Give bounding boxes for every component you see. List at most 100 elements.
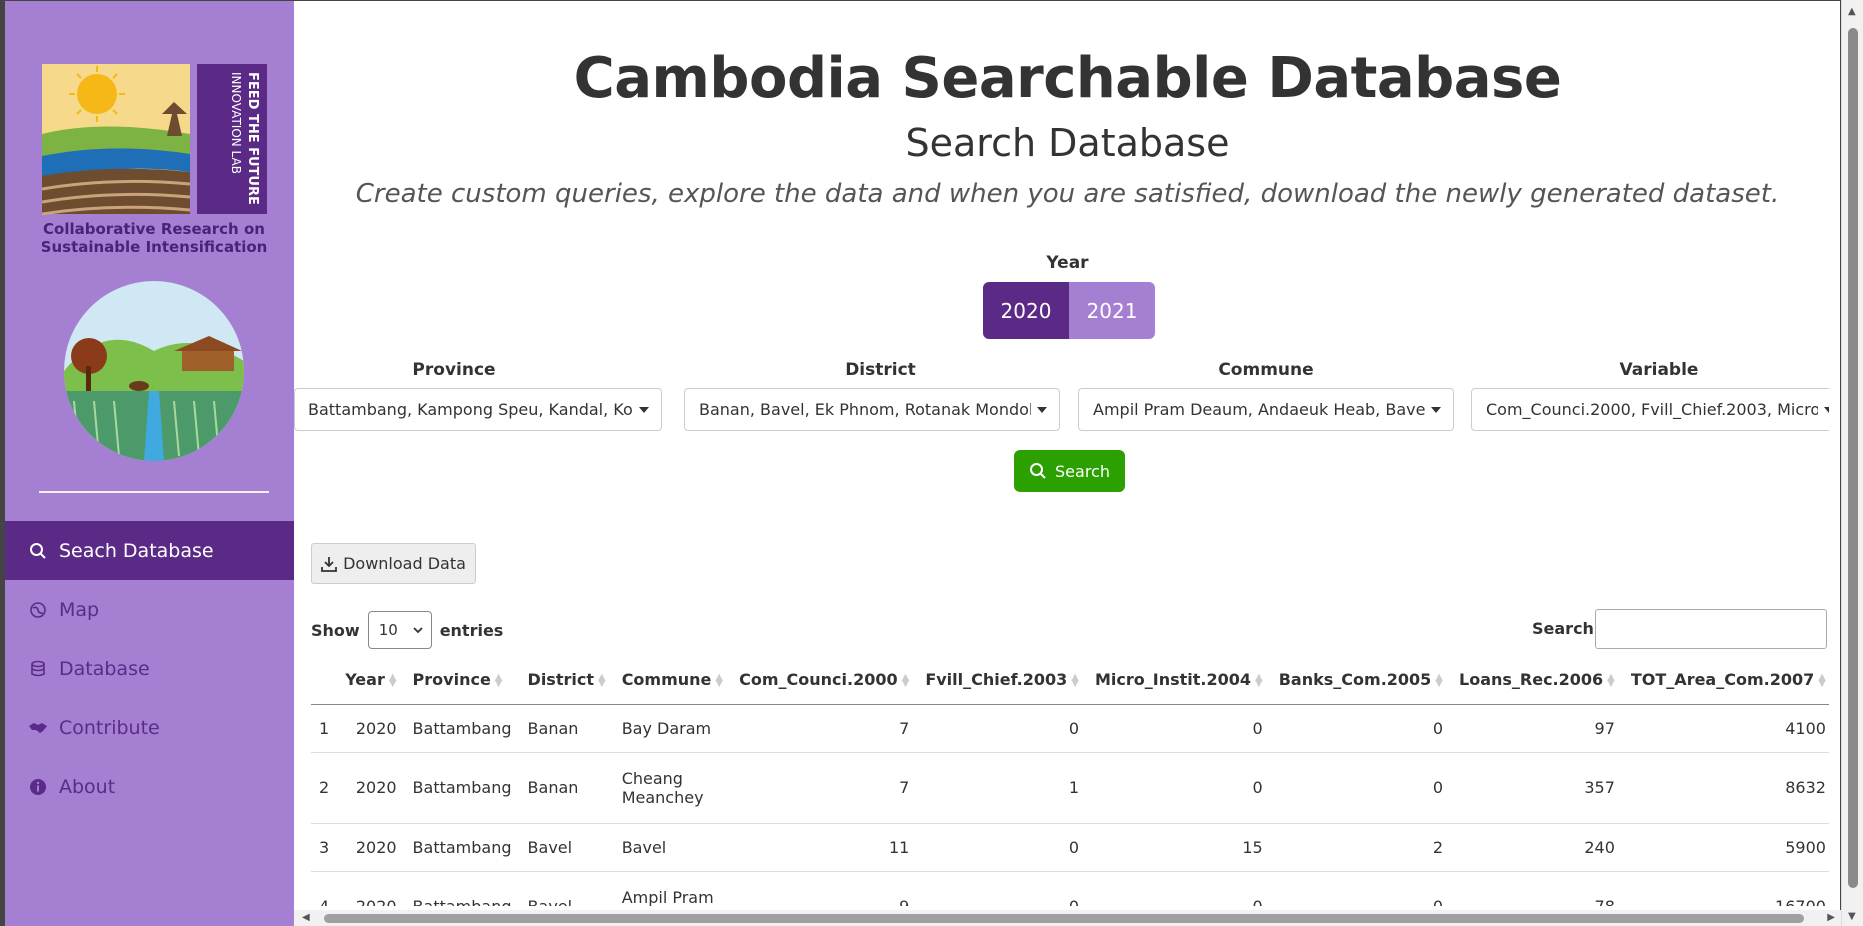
download-data-button[interactable]: Download Data	[311, 543, 476, 584]
commune-label: Commune	[1218, 360, 1314, 380]
table-cell: 9	[731, 871, 918, 906]
sort-icon: ▲ ▼	[1607, 671, 1615, 689]
caret-down-icon	[639, 406, 649, 413]
main-content: Cambodia Searchable Database Search Data…	[294, 0, 1841, 910]
column-header-commune[interactable]: Commune ▲ ▼	[613, 656, 732, 705]
column-header-year[interactable]: Year ▲ ▼	[337, 656, 405, 705]
scroll-right-icon[interactable]: ▶	[1827, 912, 1835, 923]
table-row[interactable]: 3 2020 Battambang Bavel Bavel 11 0 15 2 …	[311, 823, 1829, 872]
table-cell: 5900	[1622, 823, 1829, 872]
province-select-value: Battambang, Kampong Speu, Kandal, Koh Ko	[308, 400, 633, 419]
column-header-loans-rec[interactable]: Loans_Rec.2006 ▲ ▼	[1451, 656, 1623, 705]
sidebar-item-contribute[interactable]: Contribute	[5, 698, 294, 757]
sort-icon: ▲ ▼	[597, 671, 606, 689]
table-cell: 11	[731, 823, 918, 872]
caret-down-icon	[1824, 406, 1829, 413]
content-viewport: Cambodia Searchable Database Search Data…	[294, 1, 1829, 906]
table-search-input[interactable]	[1595, 609, 1827, 649]
table-row[interactable]: 1 2020 Battambang Banan Bay Daram 7 0 0 …	[311, 704, 1829, 753]
year-2021-button[interactable]: 2021	[1069, 282, 1155, 339]
download-button-label: Download Data	[343, 554, 466, 573]
district-select-value: Banan, Bavel, Ek Phnom, Rotanak Mondol, …	[699, 400, 1031, 419]
sort-icon: ▲ ▼	[494, 671, 503, 689]
sidebar-item-label: About	[59, 775, 116, 798]
table-cell: Battambang	[404, 752, 520, 824]
column-header-province[interactable]: Province ▲ ▼	[404, 656, 520, 705]
info-icon	[27, 776, 49, 798]
sort-icon: ▲ ▼	[901, 671, 910, 689]
chevron-down-icon	[413, 627, 423, 634]
page-lead: Create custom queries, explore the data …	[355, 179, 1780, 209]
search-icon	[1030, 463, 1046, 479]
column-header-banks-com[interactable]: Banks_Com.2005 ▲ ▼	[1270, 656, 1451, 705]
sidebar-nav: Seach Database Map Database Contribute A…	[5, 521, 294, 816]
commune-select-value: Ampil Pram Deaum, Andaeuk Heab, Bavel, B…	[1093, 400, 1425, 419]
district-select[interactable]: Banan, Bavel, Ek Phnom, Rotanak Mondol, …	[684, 388, 1060, 431]
table-cell: Banan	[519, 704, 614, 753]
table-cell: 8632	[1622, 752, 1829, 824]
farm-illustration	[64, 281, 244, 461]
vertical-scrollbar[interactable]: ▲ ▼	[1841, 0, 1863, 926]
vertical-scrollbar-thumb[interactable]	[1848, 28, 1858, 888]
column-header-district[interactable]: District ▲ ▼	[519, 656, 614, 705]
sidebar-divider	[39, 491, 269, 493]
table-cell: 0	[917, 704, 1087, 753]
search-button-label: Search	[1055, 461, 1110, 481]
year-toggle-group: 2020 2021	[983, 282, 1155, 339]
sidebar-item-database[interactable]: Database	[5, 639, 294, 698]
province-select[interactable]: Battambang, Kampong Speu, Kandal, Koh Ko	[294, 388, 662, 431]
commune-select[interactable]: Ampil Pram Deaum, Andaeuk Heab, Bavel, B…	[1078, 388, 1454, 431]
year-2020-button[interactable]: 2020	[983, 282, 1069, 339]
show-label: Show	[311, 620, 360, 640]
svg-text:INNOVATION LAB: INNOVATION LAB	[229, 72, 243, 174]
scroll-up-icon[interactable]: ▲	[1848, 6, 1856, 17]
sidebar-item-about[interactable]: About	[5, 757, 294, 816]
table-cell: Battambang	[404, 704, 520, 753]
table-cell: 2020	[337, 752, 405, 824]
sort-icon: ▲ ▼	[1071, 671, 1079, 689]
entries-select-value: 10	[378, 621, 398, 639]
table-row[interactable]: 2 2020 Battambang Banan Cheang Meanchey …	[311, 752, 1829, 824]
table-cell: Bavel	[613, 823, 732, 872]
table-cell: Ampil Pram Deaum	[613, 871, 732, 906]
table-cell: 4100	[1622, 704, 1829, 753]
table-cell: 0	[1270, 752, 1451, 824]
table-row[interactable]: 4 2020 Battambang Bavel Ampil Pram Deaum…	[311, 871, 1829, 906]
crsi-logo: FEED THE FUTURE INNOVATION LAB Collabora…	[41, 64, 267, 256]
svg-text:FEED THE FUTURE: FEED THE FUTURE	[245, 72, 260, 205]
table-cell: 2	[1270, 823, 1451, 872]
horizontal-scrollbar-thumb[interactable]	[324, 914, 1804, 923]
scroll-down-icon[interactable]: ▼	[1848, 911, 1856, 922]
district-label: District	[845, 360, 916, 380]
column-header-fvill-chief[interactable]: Fvill_Chief.2003 ▲ ▼	[917, 656, 1087, 705]
table-header-row: Year ▲ ▼ Province ▲ ▼ District ▲ ▼ Commune ▲ ▼ C…	[311, 656, 1829, 705]
table-cell: 2020	[337, 704, 405, 753]
table-cell: 78	[1451, 871, 1623, 906]
data-table: Year ▲ ▼ Province ▲ ▼ District ▲ ▼ Commune ▲ ▼ C…	[311, 656, 1829, 906]
sidebar-item-map[interactable]: Map	[5, 580, 294, 639]
database-icon	[27, 658, 49, 680]
table-cell: 0	[1270, 871, 1451, 906]
table-cell: Battambang	[404, 823, 520, 872]
search-button[interactable]: Search	[1014, 450, 1125, 492]
caret-down-icon	[1431, 406, 1441, 413]
column-header-index[interactable]	[311, 656, 338, 705]
scroll-left-icon[interactable]: ◀	[302, 912, 310, 923]
column-header-micro-instit[interactable]: Micro_Instit.2004 ▲ ▼	[1087, 656, 1271, 705]
svg-text:Collaborative Research on: Collaborative Research on	[43, 220, 265, 238]
table-cell: 97	[1451, 704, 1623, 753]
column-header-tot-area-com[interactable]: TOT_Area_Com.2007 ▲ ▼	[1622, 656, 1829, 705]
horizontal-scrollbar[interactable]: ◀ ▶	[294, 910, 1841, 926]
sidebar-item-search-database[interactable]: Seach Database	[5, 521, 294, 580]
variable-select[interactable]: Com_Counci.2000, Fvill_Chief.2003, Micro…	[1471, 388, 1829, 431]
table-cell: 357	[1451, 752, 1623, 824]
table-cell: 7	[731, 704, 918, 753]
entries-select[interactable]: 10	[367, 611, 432, 649]
table-cell: 0	[1087, 704, 1271, 753]
sort-icon: ▲ ▼	[1818, 671, 1826, 689]
table-cell: Battambang	[404, 871, 520, 906]
sidebar-item-label: Database	[59, 657, 150, 680]
column-header-com-counci[interactable]: Com_Counci.2000 ▲ ▼	[731, 656, 918, 705]
sort-icon: ▲ ▼	[715, 671, 724, 689]
page-title: Cambodia Searchable Database	[573, 46, 1562, 111]
